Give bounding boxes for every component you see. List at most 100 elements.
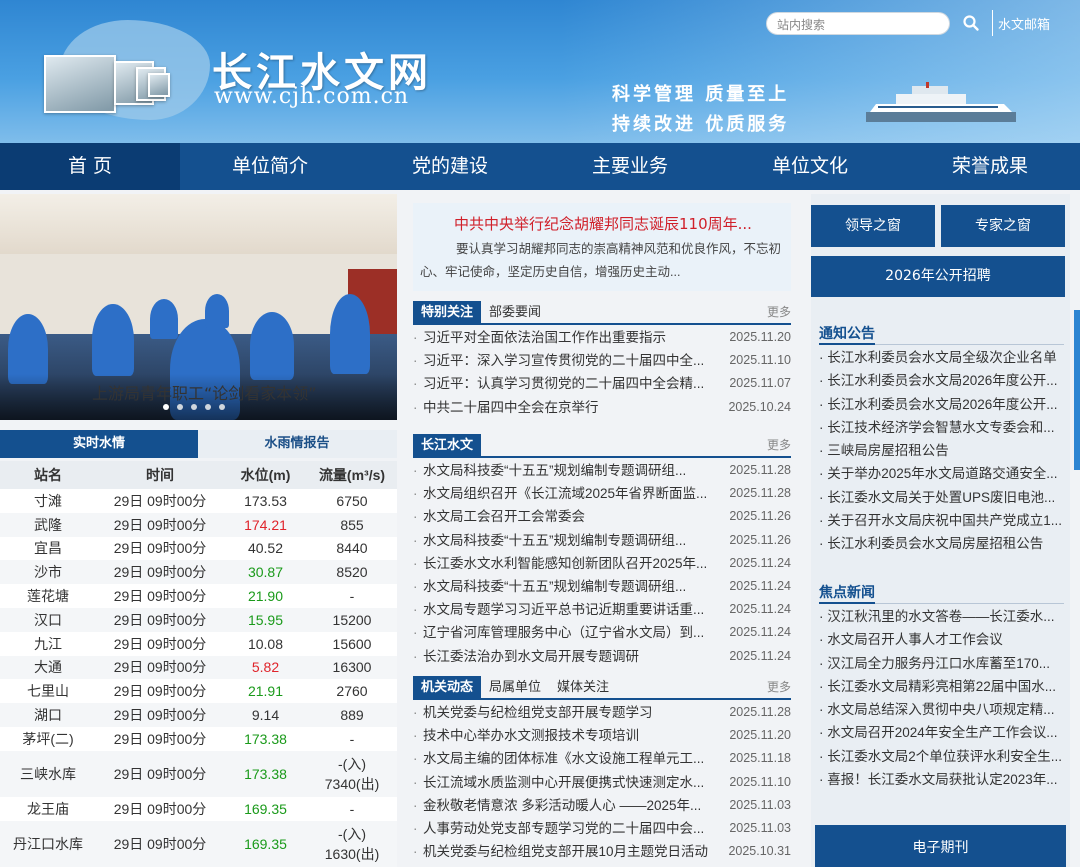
focus-news-item[interactable]: · 喜报！长江委水文局获批认定2023年...	[819, 768, 1064, 791]
experts-window-button[interactable]: 专家之窗	[941, 205, 1065, 247]
news-title[interactable]: 水文局主编的团体标准《水文设施工程单元工...	[423, 747, 715, 770]
tab-realtime-water[interactable]: 实时水情	[0, 430, 198, 458]
notice-item[interactable]: · 长江委水文局关于处置UPS废旧电池...	[819, 486, 1064, 509]
news-title[interactable]: 金秋敬老情意浓 多彩活动暖人心 ——2025年...	[423, 794, 715, 817]
tab-cj-hydrology[interactable]: 长江水文	[413, 434, 482, 458]
notice-item[interactable]: · 三峡局房屋招租公告	[819, 439, 1064, 462]
slider-dot[interactable]	[205, 404, 211, 410]
news-title[interactable]: 习近平对全面依法治国工作作出重要指示	[423, 326, 715, 349]
news-title[interactable]: 习近平：认真学习贯彻党的二十届四中全会精...	[423, 372, 715, 395]
news-date: 2025.11.24	[729, 602, 791, 617]
news-title[interactable]: 辽宁省河库管理服务中心（辽宁省水文局）到...	[423, 621, 715, 644]
notice-section: 通知公告 · 长江水利委员会水文局全级次企业名单 · 长江水利委员会水文局2026…	[819, 323, 1064, 556]
search-input[interactable]: 站内搜索	[766, 12, 950, 35]
news-item[interactable]: · 水文局专题学习习近平总书记近期重要讲话重... 2025.11.24	[413, 598, 791, 621]
more-link[interactable]: 更多	[767, 678, 791, 695]
tab-special-focus[interactable]: 特别关注	[413, 301, 482, 325]
focus-news-item[interactable]: · 长江委水文局精彩亮相第22届中国水...	[819, 675, 1064, 698]
leaders-window-button[interactable]: 领导之窗	[811, 205, 935, 247]
headline-title[interactable]: 中共中央举行纪念胡耀邦同志诞辰110周年...	[454, 213, 752, 234]
focus-news-item[interactable]: · 汉江秋汛里的水文答卷——长江委水...	[819, 605, 1064, 628]
slider-dot[interactable]	[191, 404, 197, 410]
ejournal-button[interactable]: 电子期刊	[815, 825, 1066, 867]
news-title[interactable]: 水文局科技委“十五五”规划编制专题调研组...	[423, 575, 715, 598]
news-title[interactable]: 人事劳动处党支部专题学习党的二十届四中会...	[423, 817, 715, 840]
side-float-tab[interactable]	[1074, 310, 1080, 470]
news-item[interactable]: · 习近平：深入学习宣传贯彻党的二十届四中全... 2025.11.10	[413, 349, 791, 372]
bullet-icon: ·	[413, 625, 418, 641]
news-title[interactable]: 水文局工会召开工会常委会	[423, 505, 715, 528]
news-item[interactable]: · 习近平：认真学习贯彻党的二十届四中全会精... 2025.11.07	[413, 372, 791, 395]
search-icon[interactable]	[962, 14, 980, 32]
tab-media[interactable]: 媒体关注	[549, 676, 617, 700]
news-item[interactable]: · 水文局主编的团体标准《水文设施工程单元工... 2025.11.18	[413, 747, 791, 770]
news-item[interactable]: · 水文局科技委“十五五”规划编制专题调研组... 2025.11.26	[413, 529, 791, 552]
news-item[interactable]: · 机关党委与纪检组党支部开展10月主题党日活动 2025.10.31	[413, 840, 791, 863]
slider-dot[interactable]	[163, 404, 169, 410]
news-title[interactable]: 中共二十届四中全会在京举行	[423, 396, 715, 419]
news-title[interactable]: 机关党委与纪检组党支部开展专题学习	[423, 701, 715, 724]
news-item[interactable]: · 金秋敬老情意浓 多彩活动暖人心 ——2025年... 2025.11.03	[413, 794, 791, 817]
notice-item[interactable]: · 关于召开水文局庆祝中国共产党成立1...	[819, 509, 1064, 532]
news-item[interactable]: · 人事劳动处党支部专题学习党的二十届四中会... 2025.11.03	[413, 817, 791, 840]
news-title[interactable]: 长江流域水质监测中心开展便携式快速测定水...	[423, 771, 715, 794]
notice-item[interactable]: · 长江水利委员会水文局房屋招租公告	[819, 532, 1064, 555]
nav-home[interactable]: 首 页	[0, 143, 180, 190]
focus-news-item[interactable]: · 长江委水文局2个单位获评水利安全生...	[819, 745, 1064, 768]
news-item[interactable]: · 习近平对全面依法治国工作作出重要指示 2025.11.20	[413, 326, 791, 349]
news-item[interactable]: · 长江委法治办到水文局开展专题调研 2025.11.24	[413, 645, 791, 668]
nav-culture[interactable]: 单位文化	[720, 143, 900, 190]
notice-item[interactable]: · 长江水利委员会水文局2026年度公开...	[819, 393, 1064, 416]
tab-subunits[interactable]: 局属单位	[481, 676, 549, 700]
water-table-row: 湖口 29日 09时00分 9.14 889	[0, 703, 397, 727]
tab-ministry-news[interactable]: 部委要闻	[481, 301, 549, 325]
news-item[interactable]: · 水文局工会召开工会常委会 2025.11.26	[413, 505, 791, 528]
notice-item[interactable]: · 长江水利委员会水文局2026年度公开...	[819, 369, 1064, 392]
slider-dot[interactable]	[177, 404, 183, 410]
news-title[interactable]: 习近平：深入学习宣传贯彻党的二十届四中全...	[423, 349, 715, 372]
news-title[interactable]: 长江委水文水利智能感知创新团队召开2025年...	[423, 552, 715, 575]
news-item[interactable]: · 水文局组织召开《长江流域2025年省界断面监... 2025.11.28	[413, 482, 791, 505]
focus-news-item[interactable]: · 汉江局全力服务丹江口水库蓄至170...	[819, 652, 1064, 675]
news-item[interactable]: · 辽宁省河库管理服务中心（辽宁省水文局）到... 2025.11.24	[413, 621, 791, 644]
notice-item[interactable]: · 长江水利委员会水文局全级次企业名单	[819, 346, 1064, 369]
bullet-icon: ·	[413, 555, 418, 571]
water-table-row: 丹江口水库 29日 09时00分 169.35 -(入) 1630(出)	[0, 820, 397, 867]
flow-cell: 6750	[307, 489, 397, 513]
mail-link[interactable]: 水文邮箱	[998, 14, 1050, 33]
recruitment-button[interactable]: 2026年公开招聘	[811, 256, 1065, 297]
news-title[interactable]: 水文局科技委“十五五”规划编制专题调研组...	[423, 529, 715, 552]
news-title[interactable]: 水文局组织召开《长江流域2025年省界断面监...	[423, 482, 715, 505]
slider-dot[interactable]	[219, 404, 225, 410]
more-link[interactable]: 更多	[767, 436, 791, 453]
news-title[interactable]: 技术中心举办水文测报技术专项培训	[423, 724, 715, 747]
news-item[interactable]: · 长江委水文水利智能感知创新团队召开2025年... 2025.11.24	[413, 552, 791, 575]
nav-about[interactable]: 单位简介	[180, 143, 360, 190]
nav-honors[interactable]: 荣誉成果	[900, 143, 1080, 190]
more-link[interactable]: 更多	[767, 303, 791, 320]
news-item[interactable]: · 长江流域水质监测中心开展便携式快速测定水... 2025.11.10	[413, 771, 791, 794]
focus-news-item[interactable]: · 水文局召开人事人才工作会议	[819, 628, 1064, 651]
focus-news-item[interactable]: · 水文局召开2024年安全生产工作会议...	[819, 721, 1064, 744]
water-table-row: 沙市 29日 09时00分 30.87 8520	[0, 560, 397, 585]
tab-agency-news[interactable]: 机关动态	[413, 676, 482, 700]
news-date: 2025.11.24	[729, 625, 791, 640]
notice-item[interactable]: · 关于举办2025年水文局道路交通安全...	[819, 462, 1064, 485]
news-title[interactable]: 机关党委与纪检组党支部开展10月主题党日活动	[423, 840, 715, 863]
focus-news-item[interactable]: · 水文局总结深入贯彻中央八项规定精...	[819, 698, 1064, 721]
news-item[interactable]: · 机关党委与纪检组党支部开展专题学习 2025.11.28	[413, 701, 791, 724]
news-item[interactable]: · 中共二十届四中全会在京举行 2025.10.24	[413, 396, 791, 419]
news-item[interactable]: · 技术中心举办水文测报技术专项培训 2025.11.20	[413, 724, 791, 747]
news-title[interactable]: 长江委法治办到水文局开展专题调研	[423, 645, 715, 668]
news-title[interactable]: 水文局科技委“十五五”规划编制专题调研组...	[423, 459, 715, 482]
panel-tabbar: 长江水文 更多	[413, 434, 791, 458]
news-date: 2025.11.03	[729, 820, 791, 835]
bullet-icon: ·	[413, 774, 418, 790]
news-item[interactable]: · 水文局科技委“十五五”规划编制专题调研组... 2025.11.28	[413, 459, 791, 482]
nav-business[interactable]: 主要业务	[540, 143, 720, 190]
tab-water-report[interactable]: 水雨情报告	[198, 430, 396, 458]
notice-item[interactable]: · 长江技术经济学会智慧水文专委会和...	[819, 416, 1064, 439]
nav-party[interactable]: 党的建设	[360, 143, 540, 190]
news-item[interactable]: · 水文局科技委“十五五”规划编制专题调研组... 2025.11.24	[413, 575, 791, 598]
news-title[interactable]: 水文局专题学习习近平总书记近期重要讲话重...	[423, 598, 715, 621]
